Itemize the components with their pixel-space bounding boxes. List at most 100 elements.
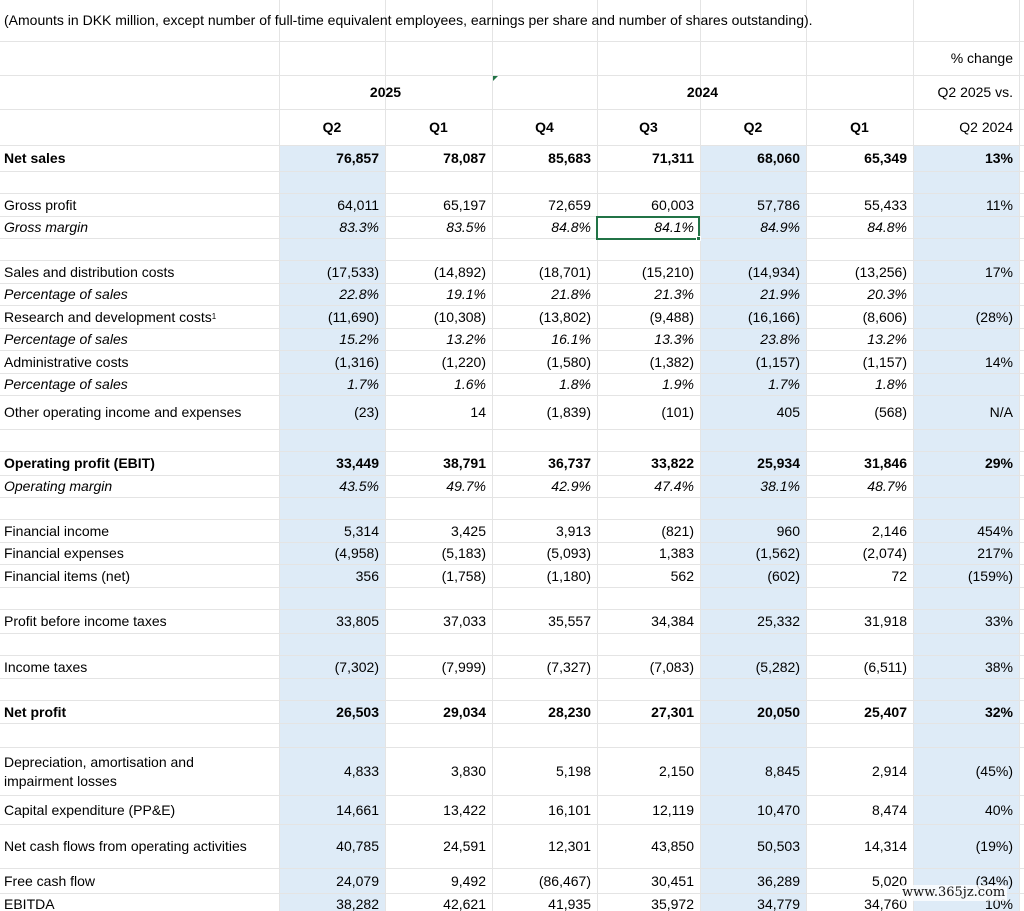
value-cell[interactable]: 25,332: [700, 610, 806, 633]
value-cell[interactable]: 1.6%: [385, 374, 492, 395]
value-cell[interactable]: (11,690): [279, 306, 385, 328]
row-label[interactable]: Financial items (net): [0, 565, 279, 587]
value-cell[interactable]: 2,146: [806, 520, 913, 542]
change-cell[interactable]: 11%: [913, 194, 1019, 216]
value-cell[interactable]: (16,166): [700, 306, 806, 328]
value-cell[interactable]: (23): [279, 396, 385, 429]
value-cell[interactable]: 38,791: [385, 452, 492, 475]
change-cell[interactable]: N/A: [913, 396, 1019, 429]
value-cell[interactable]: 72: [806, 565, 913, 587]
value-cell[interactable]: 16.1%: [492, 329, 597, 350]
value-cell[interactable]: 15.2%: [279, 329, 385, 350]
year-2024-header[interactable]: 2024: [492, 76, 913, 109]
value-cell[interactable]: 1.7%: [279, 374, 385, 395]
change-cell[interactable]: 217%: [913, 543, 1019, 564]
row-label[interactable]: Research and development costs 1: [0, 306, 279, 328]
pct-base-header[interactable]: Q2 2024: [913, 110, 1019, 145]
change-cell[interactable]: [913, 284, 1019, 305]
value-cell[interactable]: 2,150: [597, 748, 700, 795]
value-cell[interactable]: 68,060: [700, 146, 806, 171]
value-cell[interactable]: 38.1%: [700, 476, 806, 497]
value-cell[interactable]: 20,050: [700, 701, 806, 723]
quarter-header[interactable]: Q2: [279, 110, 385, 145]
change-cell[interactable]: 38%: [913, 656, 1019, 678]
value-cell[interactable]: 42.9%: [492, 476, 597, 497]
value-cell[interactable]: 30,451: [597, 869, 700, 893]
row-label[interactable]: Percentage of sales: [0, 374, 279, 395]
row-label[interactable]: Operating profit (EBIT): [0, 452, 279, 475]
value-cell[interactable]: 1.7%: [700, 374, 806, 395]
value-cell[interactable]: 3,830: [385, 748, 492, 795]
value-cell[interactable]: 23.8%: [700, 329, 806, 350]
value-cell[interactable]: (1,316): [279, 351, 385, 373]
amounts-note[interactable]: (Amounts in DKK million, except number o…: [0, 0, 1000, 41]
value-cell[interactable]: 14,661: [279, 796, 385, 824]
value-cell[interactable]: (8,606): [806, 306, 913, 328]
quarter-header[interactable]: Q2: [700, 110, 806, 145]
value-cell[interactable]: 3,913: [492, 520, 597, 542]
value-cell[interactable]: (1,562): [700, 543, 806, 564]
value-cell[interactable]: 21.3%: [597, 284, 700, 305]
value-cell[interactable]: 12,301: [492, 825, 597, 868]
value-cell[interactable]: 57,786: [700, 194, 806, 216]
value-cell[interactable]: (86,467): [492, 869, 597, 893]
year-2025-header[interactable]: 2025: [279, 76, 492, 109]
change-cell[interactable]: [913, 217, 1019, 238]
value-cell[interactable]: 8,845: [700, 748, 806, 795]
value-cell[interactable]: (15,210): [597, 261, 700, 283]
value-cell[interactable]: 37,033: [385, 610, 492, 633]
value-cell[interactable]: 85,683: [492, 146, 597, 171]
row-label[interactable]: EBITDA: [0, 894, 279, 911]
value-cell[interactable]: 60,003: [597, 194, 700, 216]
value-cell[interactable]: (568): [806, 396, 913, 429]
value-cell[interactable]: 35,972: [597, 894, 700, 911]
value-cell[interactable]: 13,422: [385, 796, 492, 824]
quarter-header[interactable]: Q1: [385, 110, 492, 145]
value-cell[interactable]: (6,511): [806, 656, 913, 678]
value-cell[interactable]: 16,101: [492, 796, 597, 824]
value-cell[interactable]: 84.9%: [700, 217, 806, 238]
row-label[interactable]: Operating margin: [0, 476, 279, 497]
row-label[interactable]: Financial expenses: [0, 543, 279, 564]
value-cell[interactable]: 33,805: [279, 610, 385, 633]
value-cell[interactable]: (1,180): [492, 565, 597, 587]
row-label[interactable]: Net cash flows from operating activities: [0, 825, 279, 868]
value-cell[interactable]: 36,737: [492, 452, 597, 475]
row-label[interactable]: Gross margin: [0, 217, 279, 238]
value-cell[interactable]: (1,839): [492, 396, 597, 429]
value-cell[interactable]: 47.4%: [597, 476, 700, 497]
value-cell[interactable]: 27,301: [597, 701, 700, 723]
value-cell[interactable]: 49.7%: [385, 476, 492, 497]
value-cell[interactable]: (1,157): [700, 351, 806, 373]
value-cell[interactable]: (1,580): [492, 351, 597, 373]
value-cell[interactable]: 29,034: [385, 701, 492, 723]
row-label[interactable]: Percentage of sales: [0, 284, 279, 305]
value-cell[interactable]: (2,074): [806, 543, 913, 564]
change-cell[interactable]: 454%: [913, 520, 1019, 542]
value-cell[interactable]: 12,119: [597, 796, 700, 824]
value-cell[interactable]: (1,382): [597, 351, 700, 373]
value-cell[interactable]: 2,914: [806, 748, 913, 795]
value-cell[interactable]: 33,822: [597, 452, 700, 475]
value-cell[interactable]: 41,935: [492, 894, 597, 911]
value-cell[interactable]: 40,785: [279, 825, 385, 868]
pct-vs-header[interactable]: Q2 2025 vs.: [913, 76, 1019, 109]
value-cell[interactable]: 33,449: [279, 452, 385, 475]
change-cell[interactable]: 32%: [913, 701, 1019, 723]
value-cell[interactable]: 65,349: [806, 146, 913, 171]
value-cell[interactable]: 22.8%: [279, 284, 385, 305]
value-cell[interactable]: 21.8%: [492, 284, 597, 305]
value-cell[interactable]: (1,157): [806, 351, 913, 373]
value-cell[interactable]: 13.2%: [806, 329, 913, 350]
value-cell[interactable]: (14,934): [700, 261, 806, 283]
value-cell[interactable]: 84.8%: [492, 217, 597, 238]
value-cell[interactable]: (13,802): [492, 306, 597, 328]
change-cell[interactable]: 33%: [913, 610, 1019, 633]
value-cell[interactable]: 3,425: [385, 520, 492, 542]
value-cell[interactable]: (9,488): [597, 306, 700, 328]
value-cell[interactable]: 43,850: [597, 825, 700, 868]
value-cell[interactable]: 20.3%: [806, 284, 913, 305]
value-cell[interactable]: 34,760: [806, 894, 913, 911]
change-cell[interactable]: 17%: [913, 261, 1019, 283]
value-cell[interactable]: (5,282): [700, 656, 806, 678]
